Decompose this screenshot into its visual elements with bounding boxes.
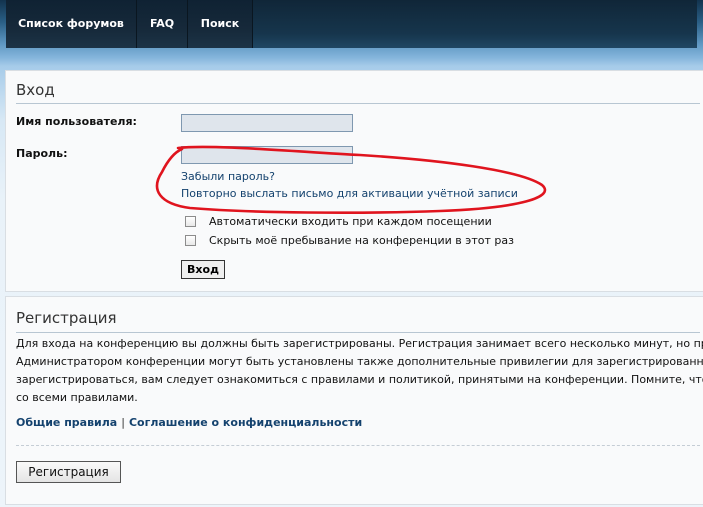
registration-title: Регистрация: [16, 309, 117, 327]
password-label: Пароль:: [16, 147, 68, 160]
registration-title-divider: [16, 332, 700, 333]
registration-text-line: Администратором конференции могут быть у…: [16, 355, 703, 368]
registration-description: Для входа на конференцию вы должны быть …: [16, 335, 703, 407]
registration-text-line: Для входа на конференцию вы должны быть …: [16, 337, 703, 350]
login-title-divider: [16, 103, 700, 104]
registration-text-line: зарегистрироваться, вам следует ознакоми…: [16, 373, 703, 386]
login-panel: Вход Имя пользователя: Пароль: Забыли па…: [5, 70, 703, 292]
hide-online-label: Скрыть моё пребывание на конференции в э…: [209, 234, 514, 247]
username-input[interactable]: [181, 114, 353, 132]
rules-links: Общие правила | Соглашение о конфиденциаль…: [16, 416, 362, 429]
registration-panel: Регистрация Для входа на конференцию вы …: [5, 296, 703, 505]
dashed-divider: [16, 445, 700, 446]
nav-forum-list[interactable]: Список форумов: [6, 0, 137, 48]
login-title: Вход: [16, 81, 55, 99]
login-button[interactable]: Вход: [181, 260, 225, 279]
password-input[interactable]: [181, 146, 353, 164]
register-button[interactable]: Регистрация: [16, 461, 121, 483]
forgot-password-link[interactable]: Забыли пароль?: [181, 170, 275, 183]
nav-bar-filler: [253, 0, 697, 48]
privacy-policy-link[interactable]: Соглашение о конфиденциальности: [129, 416, 362, 429]
resend-activation-link[interactable]: Повторно выслать письмо для активации уч…: [181, 187, 518, 200]
terms-link[interactable]: Общие правила: [16, 416, 117, 429]
top-navigation: Список форумов FAQ Поиск: [0, 0, 703, 48]
links-separator: |: [121, 416, 125, 429]
auto-login-label: Автоматически входить при каждом посещен…: [209, 215, 492, 228]
username-label: Имя пользователя:: [16, 115, 137, 128]
hide-online-checkbox[interactable]: [185, 235, 196, 246]
nav-faq[interactable]: FAQ: [137, 0, 188, 48]
registration-text-line: со всеми правилами.: [16, 391, 138, 404]
nav-search[interactable]: Поиск: [188, 0, 253, 48]
auto-login-checkbox[interactable]: [185, 216, 196, 227]
